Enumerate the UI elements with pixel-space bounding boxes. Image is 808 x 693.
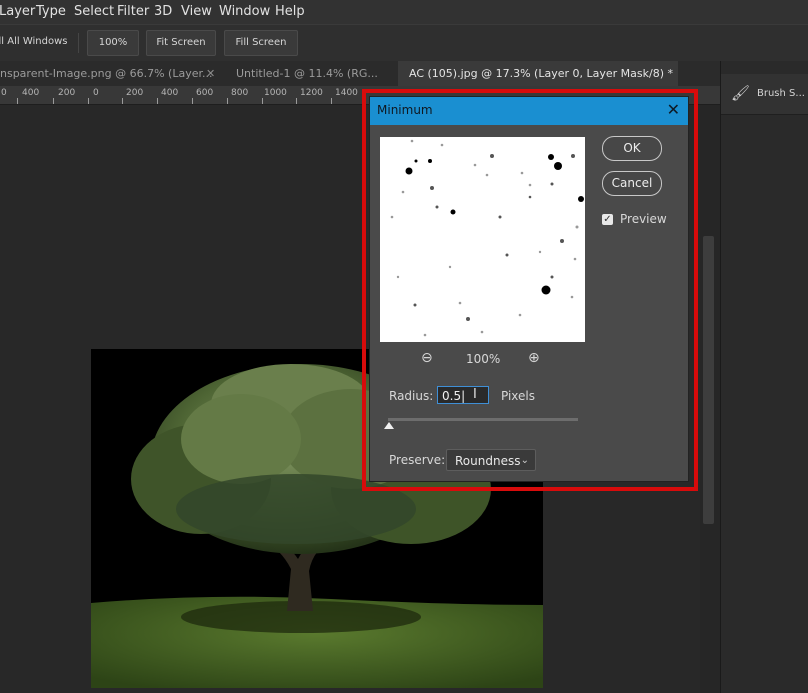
radius-input[interactable]: 0.5| (437, 386, 489, 404)
text-cursor-icon: I (473, 387, 477, 402)
tab-transparent-image[interactable]: nsparent-Image.png @ 66.7% (Layer... (0, 61, 218, 86)
ruler-label: 400 (161, 88, 179, 98)
ruler-label: 600 (196, 88, 214, 98)
menu-select[interactable]: Select (74, 4, 114, 19)
fit-screen-button[interactable]: Fit Screen (146, 30, 216, 56)
document-tabs: nsparent-Image.png @ 66.7% (Layer... ✕ U… (0, 61, 720, 86)
cancel-button[interactable]: Cancel (602, 171, 662, 196)
tab-label: nsparent-Image.png @ 66.7% (Layer... (0, 67, 213, 80)
ruler-label: 800 (231, 88, 249, 98)
tab-untitled-1[interactable]: Untitled-1 @ 11.4% (RG... (236, 61, 396, 86)
minimum-filter-dialog: Minimum ✕ ⊖ 100% ⊕ OK Cancel ✓ Preview R… (370, 97, 688, 481)
ruler-tick (157, 98, 158, 104)
tab-label: AC (105).jpg @ 17.3% (Layer 0, Layer Mas… (409, 67, 673, 80)
ok-button[interactable]: OK (602, 136, 662, 161)
menu-layer[interactable]: Layer (0, 4, 35, 19)
ruler-label: 1200 (300, 88, 323, 98)
filter-preview[interactable] (380, 137, 585, 342)
radius-value: 0.5 (442, 389, 462, 403)
ruler-label: 400 (22, 88, 40, 98)
preview-zoom-level: 100% (466, 352, 501, 366)
ruler-label: 0 (93, 88, 99, 98)
ruler-label: 0 (1, 88, 7, 98)
brush-settings-label: Brush S... (757, 88, 805, 99)
radius-label: Radius: (389, 389, 434, 403)
preserve-value: Roundness (455, 454, 521, 468)
preview-speckles (380, 137, 585, 342)
ruler-label: 200 (58, 88, 76, 98)
ruler-tick (331, 98, 332, 104)
brush-settings-panel-tab[interactable]: 🖌 Brush S... (721, 74, 808, 115)
ruler-label: 1400 (335, 88, 358, 98)
right-panel: 🖌 Brush S... (720, 61, 808, 693)
ruler-tick (17, 98, 18, 104)
preview-checkbox[interactable]: ✓ (602, 214, 613, 225)
radius-unit-label: Pixels (501, 389, 536, 403)
menu-window[interactable]: Window (219, 4, 270, 19)
close-tab-icon[interactable]: ✕ (206, 67, 215, 80)
options-bar: ll All Windows 100% Fit Screen Fill Scre… (0, 24, 808, 62)
fill-screen-button[interactable]: Fill Screen (224, 30, 298, 56)
ruler-tick (53, 98, 54, 104)
brush-icon: 🖌 (731, 84, 751, 102)
radius-slider-thumb[interactable] (384, 422, 394, 429)
ruler-label: 1000 (264, 88, 287, 98)
chevron-down-icon: ⌄ (520, 455, 529, 466)
menu-view[interactable]: View (181, 4, 212, 19)
menu-type[interactable]: Type (36, 4, 66, 19)
ruler-label: 200 (126, 88, 144, 98)
menu-help[interactable]: Help (275, 4, 305, 19)
ruler-tick (122, 98, 123, 104)
radius-slider-track[interactable] (388, 418, 578, 421)
preserve-select[interactable]: Roundness ⌄ (446, 449, 536, 471)
preserve-label: Preserve: (389, 453, 446, 467)
tab-ac-105[interactable]: AC (105).jpg @ 17.3% (Layer 0, Layer Mas… (398, 61, 678, 86)
ruler-tick (227, 98, 228, 104)
tab-label: Untitled-1 @ 11.4% (RG... (236, 67, 378, 80)
zoom-100-button[interactable]: 100% (87, 30, 139, 56)
vertical-scrollbar[interactable] (703, 236, 714, 524)
zoom-in-icon[interactable]: ⊕ (528, 350, 540, 366)
ruler-tick (192, 98, 193, 104)
dialog-titlebar[interactable]: Minimum ✕ (370, 97, 688, 125)
ruler-tick (296, 98, 297, 104)
divider (78, 33, 79, 53)
ruler-tick (262, 98, 263, 104)
menu-filter[interactable]: Filter (117, 4, 149, 19)
menu-bar: Layer Type Select Filter 3D View Window … (0, 0, 808, 24)
preview-label: Preview (620, 212, 667, 226)
menu-3d[interactable]: 3D (154, 4, 172, 19)
close-icon[interactable]: ✕ (667, 100, 680, 119)
zoom-out-icon[interactable]: ⊖ (421, 350, 433, 366)
dialog-title: Minimum (377, 103, 433, 117)
scroll-all-windows-checkbox[interactable]: ll All Windows (0, 30, 68, 54)
ruler-tick (88, 98, 89, 104)
